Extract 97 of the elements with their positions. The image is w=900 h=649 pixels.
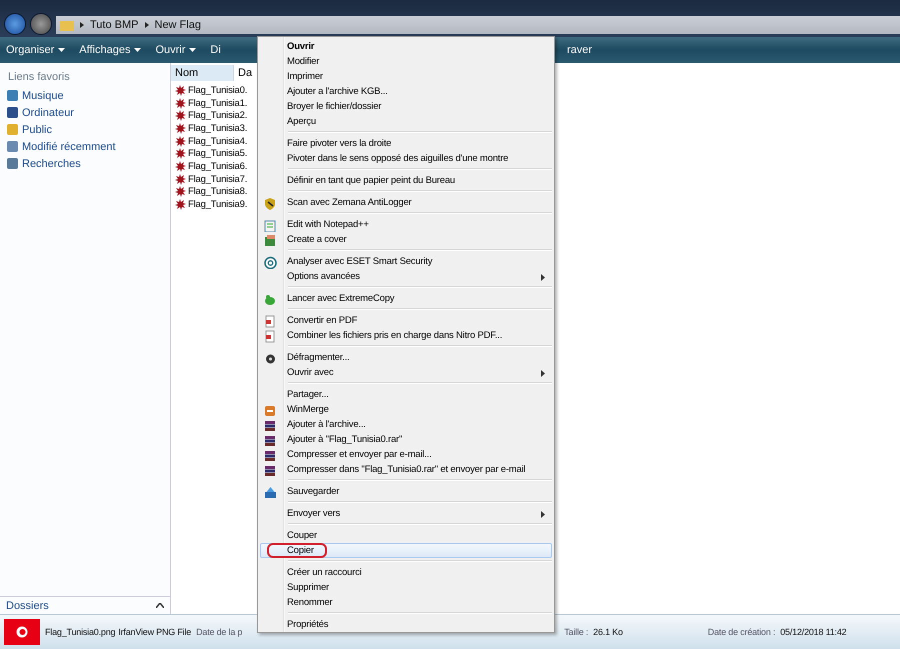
file-name[interactable]: Flag_Tunisia2.	[188, 110, 248, 122]
menu-item[interactable]: Modifier	[260, 54, 552, 69]
image-file-icon	[174, 110, 186, 122]
menu-item[interactable]: Propriétés	[260, 617, 552, 632]
collapse-icon	[156, 603, 164, 608]
highlight-ring	[267, 543, 327, 558]
image-file-icon	[174, 136, 186, 147]
menu-item[interactable]: Sauvegarder	[260, 484, 552, 499]
menu-item[interactable]: Broyer le fichier/dossier	[260, 99, 552, 114]
menu-item[interactable]: Envoyer vers	[260, 506, 552, 521]
menu-item[interactable]: Copier	[260, 543, 552, 558]
menu-item[interactable]: Couper	[260, 528, 552, 543]
menu-item[interactable]: Lancer avec ExtremeCopy	[260, 291, 552, 306]
toolbar-button[interactable]: raver	[566, 44, 592, 56]
image-file-icon	[174, 84, 186, 96]
menu-item[interactable]: Supprimer	[260, 580, 552, 595]
created-label: Date de création :	[708, 627, 776, 637]
toolbar-button[interactable]: Affichages	[79, 44, 142, 56]
sidebar-link[interactable]: Recherches	[22, 158, 81, 170]
file-name[interactable]: Flag_Tunisia6.	[188, 160, 248, 172]
books-icon	[264, 419, 277, 432]
book-icon	[264, 234, 277, 247]
menu-item[interactable]: Imprimer	[260, 69, 552, 84]
image-file-icon	[174, 160, 186, 172]
file-name[interactable]: Flag_Tunisia7.	[188, 174, 248, 185]
menu-item[interactable]: Partager...	[260, 387, 552, 402]
sidebar-link[interactable]: Modifié récemment	[22, 140, 116, 152]
menu-item[interactable]: Scan avec Zemana AntiLogger	[260, 195, 552, 210]
toolbar-button[interactable]: Di	[210, 44, 221, 56]
shield-icon	[264, 197, 277, 210]
file-name: Flag_Tunisia0.png	[45, 627, 116, 637]
menu-item[interactable]: Options avancées	[260, 269, 552, 284]
books-icon	[264, 464, 277, 477]
menu-item[interactable]: Aperçu	[260, 114, 552, 129]
menu-item[interactable]: Compresser et envoyer par e-mail...	[260, 447, 552, 462]
file-name[interactable]: Flag_Tunisia9.	[188, 199, 248, 210]
menu-item[interactable]: Convertir en PDF	[260, 313, 552, 328]
back-button[interactable]	[4, 13, 26, 35]
image-file-icon	[174, 98, 186, 109]
sidebar-link[interactable]: Musique	[22, 90, 64, 102]
file-name[interactable]: Flag_Tunisia5.	[188, 148, 248, 160]
books-icon	[264, 449, 277, 462]
caret-icon	[189, 48, 196, 52]
sidebar-link[interactable]: Public	[22, 124, 52, 136]
menu-item[interactable]: Faire pivoter vers la droite	[260, 136, 552, 151]
sidebar-link[interactable]: Ordinateur	[22, 106, 74, 118]
file-name[interactable]: Flag_Tunisia0.	[188, 84, 248, 96]
file-name[interactable]: Flag_Tunisia4.	[188, 136, 248, 147]
menu-item[interactable]: Analyser avec ESET Smart Security	[260, 254, 552, 269]
file-name[interactable]: Flag_Tunisia1.	[188, 98, 248, 109]
toolbar-button[interactable]: Ouvrir	[155, 44, 196, 56]
menu-item[interactable]: Ajouter à "Flag_Tunisia0.rar"	[260, 432, 552, 447]
size-label: Taille :	[564, 627, 588, 637]
menu-item[interactable]: Compresser dans "Flag_Tunisia0.rar" et envoyer par e-mail	[260, 462, 552, 477]
image-file-icon	[174, 122, 186, 134]
image-file-icon	[174, 148, 186, 160]
caret-icon	[58, 48, 66, 52]
toolbar-button[interactable]: Organiser	[6, 44, 66, 56]
file-name[interactable]: Flag_Tunisia3.	[188, 122, 248, 134]
image-file-icon	[174, 174, 186, 185]
menu-item[interactable]: Combiner les fichiers pris en charge dans Nitro PDF...	[260, 328, 552, 343]
image-file-icon	[174, 186, 186, 198]
books-icon	[264, 434, 277, 447]
menu-item[interactable]: Ouvrir	[260, 39, 552, 54]
menu-item[interactable]: Ajouter a l'archive KGB...	[260, 84, 552, 99]
menu-item[interactable]: WinMerge	[260, 402, 552, 417]
pdf-icon	[264, 315, 277, 328]
notepad-icon	[264, 219, 277, 232]
menu-item[interactable]: Ouvrir avec	[260, 365, 552, 380]
column-header[interactable]: Nom	[171, 65, 234, 81]
breadcrumb[interactable]: Tuto BMP	[90, 19, 138, 31]
menu-item[interactable]: Créer un raccourci	[260, 565, 552, 580]
caret-icon	[134, 48, 142, 52]
image-file-icon	[174, 199, 186, 210]
menu-item[interactable]: Renommer	[260, 595, 552, 610]
breadcrumb[interactable]: New Flag	[154, 19, 201, 31]
size-value: 26.1 Ko	[593, 627, 623, 637]
file-type: IrfanView PNG File	[118, 627, 192, 637]
address-bar[interactable]: Tuto BMP New Flag	[56, 16, 900, 34]
menu-item[interactable]: Défragmenter...	[260, 350, 552, 365]
pdf-icon	[264, 330, 277, 343]
flag-thumbnail	[4, 619, 40, 645]
forward-button[interactable]	[30, 13, 52, 35]
submenu-arrow-icon	[541, 370, 545, 377]
gear-icon	[264, 352, 277, 365]
menu-item[interactable]: Edit with Notepad++	[260, 217, 552, 232]
created-value: 05/12/2018 11:42	[780, 627, 846, 637]
menu-item[interactable]: Pivoter dans le sens opposé des aiguilles d'une montre	[260, 151, 552, 166]
submenu-arrow-icon	[541, 511, 545, 518]
menu-item[interactable]: Ajouter à l'archive...	[260, 417, 552, 432]
submenu-arrow-icon	[541, 274, 545, 281]
date-label: Date de la p	[196, 627, 242, 637]
file-name[interactable]: Flag_Tunisia8.	[188, 186, 248, 198]
upload-icon	[264, 486, 277, 499]
section-heading: Liens favoris	[7, 70, 71, 85]
menu-item[interactable]: Définir en tant que papier peint du Bureau	[260, 173, 552, 188]
menu-item[interactable]: Create a cover	[260, 232, 552, 247]
